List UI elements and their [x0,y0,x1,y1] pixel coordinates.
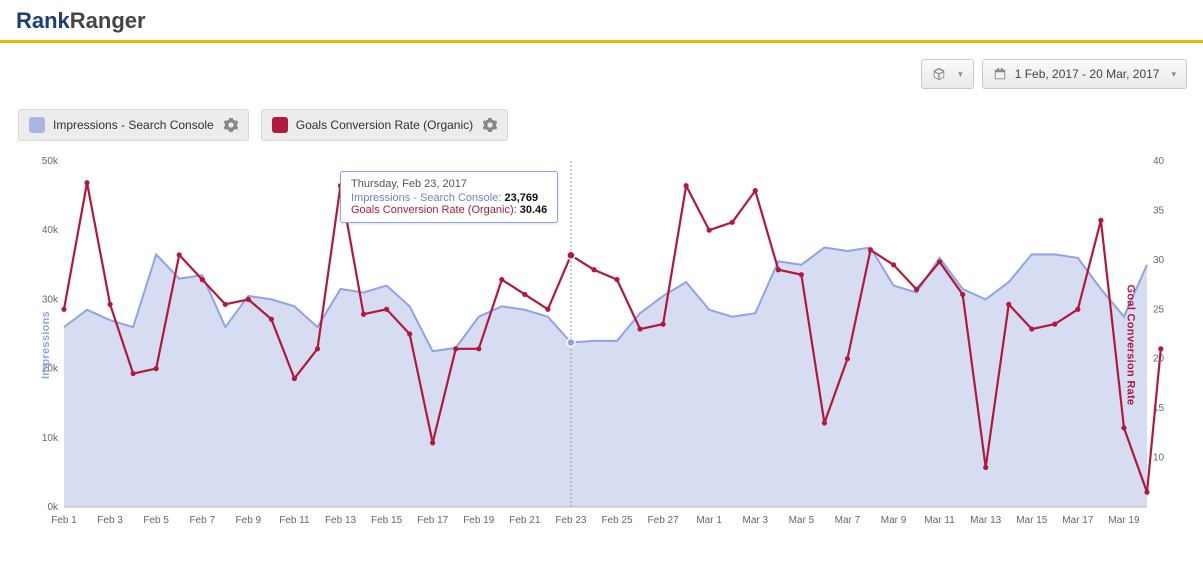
y-axis-right-label: Goal Conversion Rate [1125,285,1137,406]
svg-text:Feb 1: Feb 1 [51,515,77,526]
top-toolbar: ▾ 1 Feb, 2017 - 20 Mar, 2017 ▾ [0,43,1203,109]
metric-goals-label: Goals Conversion Rate (Organic) [296,118,473,132]
chart-container: Impressions Goal Conversion Rate 0k10k20… [18,155,1185,535]
metric-impressions-pill[interactable]: Impressions - Search Console [18,109,249,141]
svg-text:25: 25 [1153,304,1165,315]
svg-text:Mar 7: Mar 7 [835,515,861,526]
tooltip-goals-label: Goals Conversion Rate (Organic): [351,204,517,216]
tooltip-impressions-value: 23,769 [504,192,538,204]
svg-text:Feb 13: Feb 13 [325,515,357,526]
svg-text:Feb 21: Feb 21 [509,515,541,526]
metric-goals-pill[interactable]: Goals Conversion Rate (Organic) [261,109,508,141]
svg-text:50k: 50k [42,156,59,167]
svg-text:35: 35 [1153,205,1165,216]
metric-selector-row: Impressions - Search Console Goals Conve… [0,109,1203,155]
svg-text:Feb 9: Feb 9 [236,515,262,526]
svg-text:40: 40 [1153,156,1165,167]
impressions-swatch [29,117,45,133]
logo-part2: Ranger [70,8,146,33]
goals-swatch [272,117,288,133]
line-area-chart[interactable]: 0k10k20k30k40k50k10152025303540Feb 1Feb … [18,155,1185,535]
svg-text:Mar 1: Mar 1 [696,515,722,526]
tooltip-impressions-label: Impressions - Search Console: [351,192,501,204]
svg-text:30: 30 [1153,255,1165,266]
app-header: RankRanger [0,0,1203,43]
chart-tooltip: Thursday, Feb 23, 2017 Impressions - Sea… [340,171,558,223]
svg-text:Mar 11: Mar 11 [924,515,955,526]
cube-icon [932,67,946,81]
logo-part1: Rank [16,8,70,33]
svg-text:0k: 0k [47,502,59,513]
metric-impressions-label: Impressions - Search Console [53,118,214,132]
logo: RankRanger [16,8,146,33]
svg-text:Feb 23: Feb 23 [555,515,587,526]
svg-text:Mar 9: Mar 9 [881,515,907,526]
svg-text:Feb 25: Feb 25 [601,515,633,526]
gear-icon[interactable] [483,118,497,132]
svg-text:10: 10 [1153,453,1165,464]
svg-text:30k: 30k [42,294,59,305]
svg-text:Mar 5: Mar 5 [789,515,815,526]
svg-text:10k: 10k [42,433,59,444]
y-axis-left-label: Impressions [40,311,52,379]
svg-text:Mar 15: Mar 15 [1016,515,1048,526]
svg-text:Mar 19: Mar 19 [1108,515,1140,526]
svg-text:Feb 15: Feb 15 [371,515,403,526]
svg-text:40k: 40k [42,225,59,236]
gear-icon[interactable] [224,118,238,132]
chevron-down-icon: ▾ [958,69,963,80]
svg-text:Feb 27: Feb 27 [648,515,680,526]
svg-text:Mar 3: Mar 3 [742,515,768,526]
svg-text:Feb 5: Feb 5 [143,515,169,526]
svg-text:Feb 3: Feb 3 [97,515,123,526]
date-range-label: 1 Feb, 2017 - 20 Mar, 2017 [1015,67,1160,81]
svg-text:Mar 13: Mar 13 [970,515,1002,526]
tooltip-impressions-row: Impressions - Search Console: 23,769 [351,192,547,204]
tooltip-goals-row: Goals Conversion Rate (Organic): 30.46 [351,204,547,216]
view-mode-button[interactable]: ▾ [921,59,974,89]
svg-text:Feb 11: Feb 11 [279,515,310,526]
calendar-icon [993,67,1007,81]
svg-text:Mar 17: Mar 17 [1062,515,1094,526]
svg-text:Feb 17: Feb 17 [417,515,449,526]
tooltip-date: Thursday, Feb 23, 2017 [351,178,547,190]
date-range-button[interactable]: 1 Feb, 2017 - 20 Mar, 2017 ▾ [982,59,1187,89]
tooltip-goals-value: 30.46 [520,204,548,216]
chevron-down-icon: ▾ [1171,69,1176,80]
svg-text:Feb 7: Feb 7 [189,515,215,526]
svg-text:Feb 19: Feb 19 [463,515,495,526]
